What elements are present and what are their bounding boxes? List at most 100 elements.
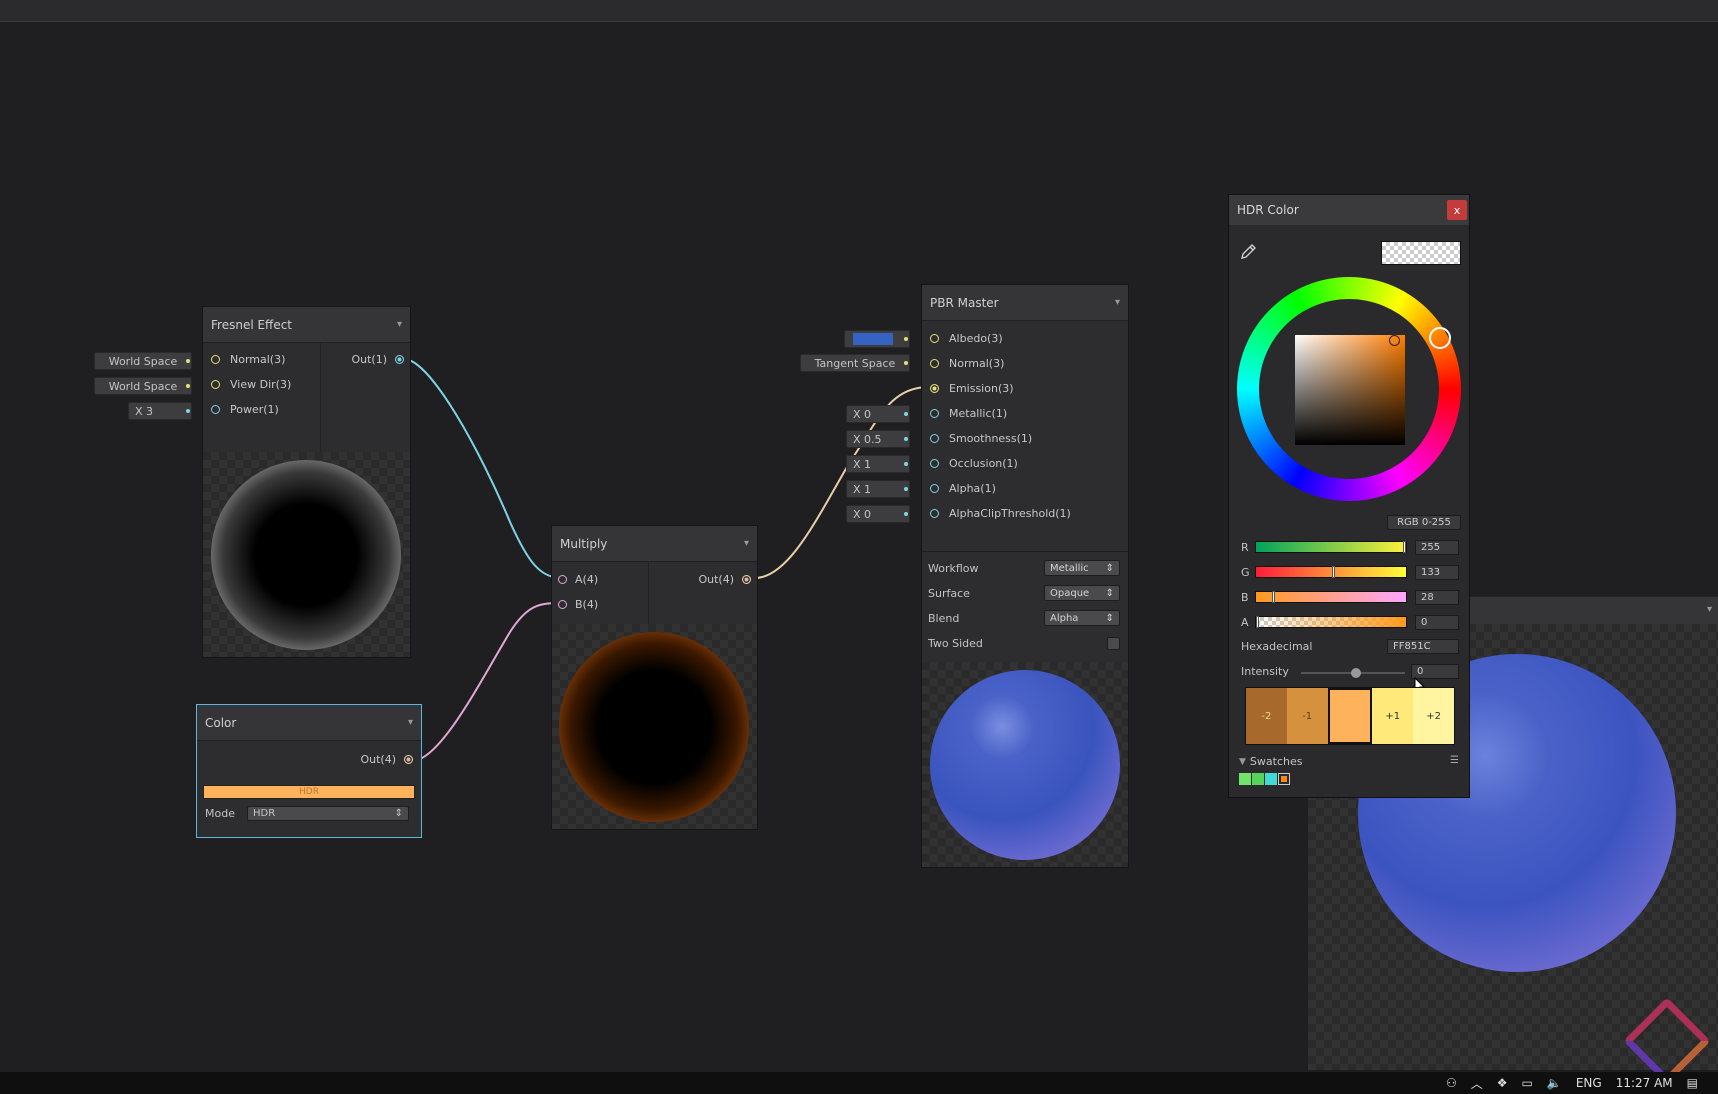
pbr-alpha-inlet[interactable]: X 1 xyxy=(846,480,910,498)
fresnel-effect-node[interactable]: Fresnel Effect ▾ Normal(3) View Dir(3) P… xyxy=(202,306,411,658)
language-indicator[interactable]: ENG xyxy=(1576,1076,1602,1090)
port-alpha-clip[interactable]: AlphaClipThreshold(1) xyxy=(930,507,1071,520)
hue-handle[interactable] xyxy=(1429,327,1451,349)
swatch[interactable] xyxy=(1239,773,1251,785)
port-normal[interactable]: Normal(3) xyxy=(930,357,1004,370)
inlet-connector xyxy=(186,409,190,413)
hdr-color-swatch[interactable]: HDR xyxy=(203,785,415,799)
close-button[interactable]: x xyxy=(1447,200,1467,220)
port-b[interactable]: B(4) xyxy=(558,598,598,611)
pbr-preview xyxy=(922,662,1128,867)
stop-minus-1[interactable]: -1 xyxy=(1286,688,1328,744)
swatch[interactable] xyxy=(1265,773,1277,785)
chevron-down-icon[interactable]: ▾ xyxy=(1115,297,1120,308)
stop-minus-2[interactable]: -2 xyxy=(1246,688,1287,744)
port-power[interactable]: Power(1) xyxy=(211,403,279,416)
pbr-master-node[interactable]: PBR Master ▾ Albedo(3) Normal(3) Emissio… xyxy=(921,284,1129,868)
multiply-node[interactable]: Multiply ▾ A(4) B(4) Out(4) xyxy=(551,525,758,830)
port-divider xyxy=(320,343,321,457)
chevron-down-icon[interactable]: ▾ xyxy=(408,717,413,728)
chevron-down-icon[interactable]: ▾ xyxy=(397,319,402,330)
fresnel-preview-sphere xyxy=(211,460,401,650)
pbr-occlusion-inlet[interactable]: X 1 xyxy=(846,455,910,473)
fresnel-power-inlet[interactable]: X 3 xyxy=(128,402,192,420)
multiply-node-header[interactable]: Multiply ▾ xyxy=(552,526,757,562)
a-value-field[interactable]: 0 xyxy=(1415,614,1459,630)
b-slider[interactable] xyxy=(1255,591,1407,603)
swatch-list xyxy=(1239,773,1290,785)
node-title: Color xyxy=(205,715,237,730)
a-slider[interactable] xyxy=(1255,616,1407,628)
people-icon[interactable]: ⚇ xyxy=(1446,1076,1457,1090)
dropbox-icon[interactable]: ❖ xyxy=(1497,1076,1508,1090)
workflow-dropdown[interactable]: Metallic ⇕ xyxy=(1044,560,1120,576)
pbr-alphaclip-inlet[interactable]: X 0 xyxy=(846,505,910,523)
port-emission[interactable]: Emission(3) xyxy=(930,382,1014,395)
pbr-smoothness-inlet[interactable]: X 0.5 xyxy=(846,430,910,448)
port-occlusion[interactable]: Occlusion(1) xyxy=(930,457,1018,470)
fresnel-viewdir-inlet[interactable]: World Space xyxy=(94,377,192,395)
stop-current[interactable] xyxy=(1327,688,1373,744)
port-smoothness[interactable]: Smoothness(1) xyxy=(930,432,1032,445)
pbr-preview-sphere xyxy=(930,670,1120,860)
port-normal[interactable]: Normal(3) xyxy=(211,353,285,366)
port-metallic[interactable]: Metallic(1) xyxy=(930,407,1007,420)
chevron-down-icon[interactable]: ▾ xyxy=(1707,604,1712,615)
port-view-dir[interactable]: View Dir(3) xyxy=(211,378,291,391)
g-value-field[interactable]: 133 xyxy=(1415,564,1459,580)
multiply-preview-sphere xyxy=(559,632,749,822)
channel-r: R 255 xyxy=(1241,539,1459,555)
eyedropper-icon[interactable] xyxy=(1237,241,1259,263)
pbr-metallic-inlet[interactable]: X 0 xyxy=(846,405,910,423)
color-node[interactable]: Color ▾ Out(4) HDR Mode HDR ⇕ xyxy=(196,704,422,838)
blend-dropdown[interactable]: Alpha ⇕ xyxy=(1044,610,1120,626)
port-out[interactable]: Out(4) xyxy=(360,753,413,766)
inlet-connector xyxy=(186,384,190,388)
picker-title: HDR Color xyxy=(1237,203,1299,217)
saturation-value-square[interactable] xyxy=(1295,335,1405,445)
pbr-node-header[interactable]: PBR Master ▾ xyxy=(922,285,1128,321)
r-slider[interactable] xyxy=(1255,541,1407,553)
fresnel-normal-inlet[interactable]: World Space xyxy=(94,352,192,370)
menu-icon[interactable]: ☰ xyxy=(1450,755,1459,766)
add-swatch-button[interactable] xyxy=(1278,773,1290,785)
inlet-connector xyxy=(904,487,908,491)
notifications-icon[interactable]: ▤ xyxy=(1687,1076,1698,1090)
stop-plus-1[interactable]: +1 xyxy=(1372,688,1414,744)
clock[interactable]: 11:27 AM xyxy=(1616,1076,1673,1090)
chevron-up-icon[interactable]: ︿ xyxy=(1471,1075,1483,1092)
picker-title-bar[interactable]: HDR Color x xyxy=(1229,195,1469,225)
multiply-preview xyxy=(552,624,757,829)
volume-icon[interactable]: 🔈 xyxy=(1547,1076,1562,1090)
stop-plus-2[interactable]: +2 xyxy=(1413,688,1454,744)
hdr-color-picker[interactable]: HDR Color x RGB 0-255 R 255 G 133 B 28 A… xyxy=(1228,194,1470,798)
color-node-header[interactable]: Color ▾ xyxy=(197,705,421,741)
port-albedo[interactable]: Albedo(3) xyxy=(930,332,1003,345)
port-a[interactable]: A(4) xyxy=(558,573,598,586)
surface-dropdown[interactable]: Opaque ⇕ xyxy=(1044,585,1120,601)
dropdown-arrow-icon: ⇕ xyxy=(1105,562,1114,574)
port-alpha[interactable]: Alpha(1) xyxy=(930,482,996,495)
port-out[interactable]: Out(1) xyxy=(351,353,404,366)
network-icon[interactable]: ▭ xyxy=(1522,1076,1533,1090)
b-value-field[interactable]: 28 xyxy=(1415,589,1459,605)
channel-g: G 133 xyxy=(1241,564,1459,580)
color-mode-dropdown[interactable]: RGB 0-255 xyxy=(1387,515,1461,530)
intensity-handle[interactable] xyxy=(1351,668,1361,678)
pbr-normal-inlet[interactable]: Tangent Space xyxy=(800,354,910,372)
triangle-down-icon: ▼ xyxy=(1239,756,1246,767)
intensity-stops: -2 -1 +1 +2 xyxy=(1245,687,1455,745)
sv-handle[interactable] xyxy=(1389,335,1400,346)
r-value-field[interactable]: 255 xyxy=(1415,539,1459,555)
hex-input[interactable]: FF851C xyxy=(1387,639,1459,654)
albedo-color-inlet[interactable] xyxy=(844,330,910,348)
g-slider[interactable] xyxy=(1255,566,1407,578)
swatches-header[interactable]: ▼ Swatches xyxy=(1239,755,1302,768)
two-sided-checkbox[interactable] xyxy=(1107,636,1120,650)
fresnel-node-header[interactable]: Fresnel Effect ▾ xyxy=(203,307,410,343)
mode-dropdown[interactable]: HDR ⇕ xyxy=(247,806,409,821)
intensity-slider[interactable] xyxy=(1301,668,1405,678)
swatch[interactable] xyxy=(1252,773,1264,785)
chevron-down-icon[interactable]: ▾ xyxy=(744,538,749,549)
port-out[interactable]: Out(4) xyxy=(698,573,751,586)
